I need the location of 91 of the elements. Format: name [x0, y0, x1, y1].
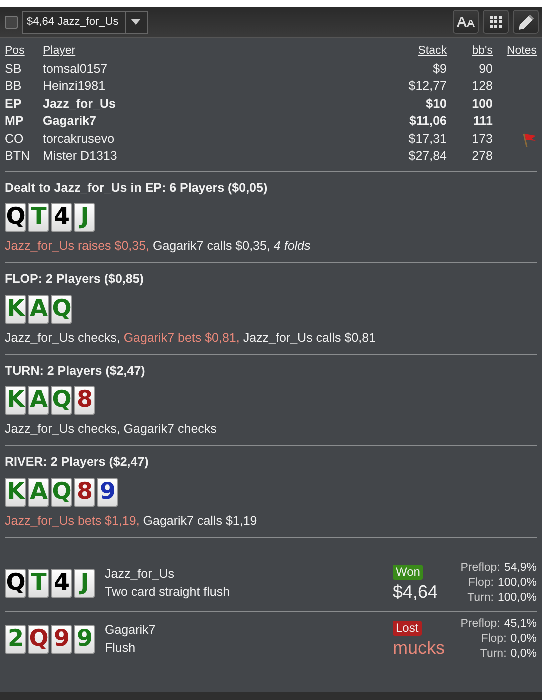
- column-header[interactable]: bb's: [447, 43, 493, 60]
- street-title: FLOP: 2 Players ($0,85): [5, 271, 145, 288]
- action-line: Jazz_for_Us checks, Gagarik7 checks: [5, 421, 218, 438]
- player-cell-text: Jazz_for_Us: [43, 96, 117, 112]
- playing-card: 8: [74, 386, 95, 416]
- playing-card: 4: [51, 569, 72, 598]
- result-amount: $4,64: [393, 581, 440, 604]
- result-badge: Lost: [393, 620, 422, 636]
- bb-cell-text: 90: [478, 60, 493, 78]
- bb-cell-text: 278: [471, 148, 493, 165]
- playing-card: J: [74, 203, 95, 232]
- column-header[interactable]: Pos: [5, 43, 43, 60]
- hand-dropdown[interactable]: $4,64 Jazz_for_Us: [22, 10, 148, 34]
- font-size-button[interactable]: [453, 10, 479, 34]
- equity-label: Preflop:: [460, 616, 500, 632]
- playing-card: Q: [51, 386, 72, 416]
- position-cell-text: MP: [5, 113, 25, 130]
- playing-card: 9: [74, 625, 95, 654]
- equity-label: Preflop:: [460, 560, 500, 576]
- equity-label: Turn:: [480, 646, 507, 662]
- equity-label: Flop:: [481, 632, 507, 646]
- bb-cell-text: 173: [471, 130, 493, 148]
- column-header[interactable]: Notes: [493, 43, 537, 60]
- position-cell-text: SB: [5, 60, 23, 78]
- position-cell-text: EP: [5, 96, 23, 112]
- result-amount: mucks: [393, 637, 446, 660]
- playing-card: Q: [5, 203, 26, 232]
- flag-icon: [523, 133, 537, 148]
- bb-cell-text: 128: [471, 78, 493, 95]
- column-header[interactable]: Stack: [377, 43, 447, 60]
- position-cell-text: BTN: [5, 148, 31, 165]
- bb-cell-text: 100: [471, 96, 493, 112]
- equity-value: 54,9%: [504, 560, 537, 576]
- player-name: Jazz_for_Us: [105, 566, 176, 583]
- playing-card: 8: [74, 478, 95, 507]
- playing-card: Q: [5, 569, 26, 598]
- equity-value: 45,1%: [504, 616, 537, 632]
- equity-label: Flop:: [468, 576, 494, 590]
- position-cell-text: CO: [5, 130, 25, 148]
- action-line: Jazz_for_Us raises $0,35, Gagarik7 calls $0,35, 4 folds: [5, 238, 312, 256]
- playing-card: A: [28, 386, 49, 416]
- playing-card: 2: [5, 625, 26, 654]
- player-cell-text: Gagarik7: [43, 113, 98, 130]
- equity-value: 100,0%: [498, 576, 537, 590]
- playing-card: Q: [28, 625, 49, 654]
- font-size-icon: [457, 17, 475, 27]
- playing-card: 9: [97, 478, 118, 507]
- player-cell-text: Mister D1313: [43, 148, 118, 165]
- stack-cell-text: $11,06: [408, 113, 447, 130]
- edit-button[interactable]: [513, 10, 539, 34]
- hand-name: Two card straight flush: [105, 584, 232, 601]
- player-cell-text: tomsal0157: [43, 60, 109, 78]
- playing-card: K: [5, 294, 26, 324]
- playing-card: 9: [51, 625, 72, 654]
- playing-card: T: [28, 203, 49, 232]
- hand-name: Flush: [105, 640, 137, 657]
- playing-card: A: [28, 294, 49, 324]
- stack-cell-text: $27,84: [408, 148, 447, 165]
- action-line: Jazz_for_Us bets $1,19, Gagarik7 calls $1,19: [5, 512, 258, 530]
- playing-card: Q: [51, 294, 72, 324]
- street-title: Dealt to Jazz_for_Us in EP: 6 Players ($0,05): [5, 180, 269, 197]
- stack-cell-text: $12,77: [408, 78, 447, 95]
- position-cell-text: BB: [5, 78, 23, 95]
- street-title: TURN: 2 Players ($2,47): [5, 362, 146, 380]
- playing-card: A: [28, 478, 49, 507]
- pencil-icon: [518, 14, 534, 30]
- playing-card: K: [5, 386, 26, 416]
- playing-card: K: [5, 478, 26, 507]
- playing-card: 4: [51, 203, 72, 232]
- column-header[interactable]: Player: [43, 43, 377, 60]
- playing-card: T: [28, 569, 49, 598]
- player-name: Gagarik7: [105, 622, 157, 639]
- playing-card: Q: [51, 478, 72, 507]
- stack-cell-text: $17,31: [408, 130, 447, 148]
- caret-icon: [131, 19, 142, 25]
- grid-icon: [490, 16, 502, 28]
- stack-cell-text: $10: [425, 96, 447, 112]
- player-cell-text: Heinzi1981: [43, 78, 107, 95]
- result-badge: Won: [393, 564, 424, 580]
- checkbox[interactable]: [5, 16, 18, 28]
- grid-button[interactable]: [483, 10, 509, 34]
- playing-card: J: [74, 569, 95, 598]
- equity-value: 0,0%: [510, 646, 537, 662]
- bb-cell-text: 111: [472, 113, 493, 130]
- equity-label: Turn:: [468, 590, 494, 606]
- player-cell-text: torcakrusevo: [43, 130, 116, 148]
- street-title: RIVER: 2 Players ($2,47): [5, 454, 150, 471]
- action-line: Jazz_for_Us checks, Gagarik7 bets $0,81, Jazz_for_Us calls $0,81: [5, 330, 378, 347]
- equity-value: 100,0%: [498, 590, 537, 606]
- equity-value: 0,0%: [510, 632, 537, 646]
- stack-cell-text: $9: [432, 60, 447, 78]
